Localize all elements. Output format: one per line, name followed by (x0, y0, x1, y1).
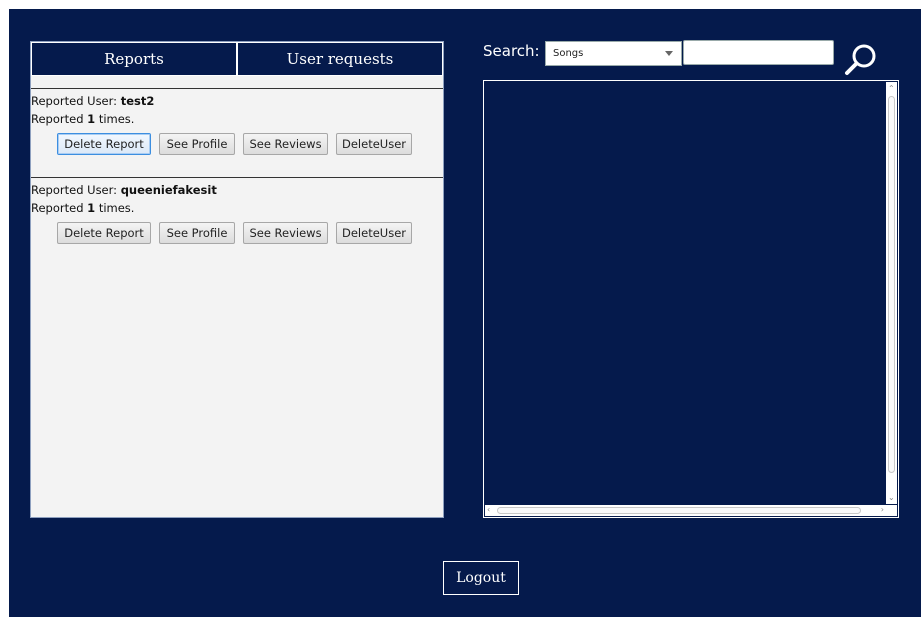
horizontal-scrollbar[interactable]: ‹ › (485, 505, 886, 516)
report-count: 1 (87, 201, 96, 215)
reported-user-label: Reported User: (31, 183, 121, 197)
see-reviews-button[interactable]: See Reviews (243, 133, 328, 155)
search-results-list[interactable]: ⌃ ⌄ ‹ › (483, 80, 899, 518)
horizontal-scroll-thumb[interactable] (497, 507, 861, 514)
reported-username: test2 (120, 94, 155, 108)
delete-report-button[interactable]: Delete Report (57, 133, 151, 155)
tab-reports[interactable]: Reports (31, 42, 237, 76)
reported-username: queeniefakesit (120, 183, 217, 197)
magnifier-icon (845, 44, 876, 75)
chevron-down-icon (665, 51, 673, 56)
tab-user-requests[interactable]: User requests (237, 42, 443, 76)
report-count: 1 (87, 112, 96, 126)
count-suffix: times. (95, 112, 135, 126)
scroll-down-icon[interactable]: ⌄ (888, 494, 895, 502)
count-prefix: Reported (31, 112, 88, 126)
search-category-select[interactable]: Songs (545, 41, 682, 66)
report-divider (31, 177, 443, 178)
delete-user-button[interactable]: DeleteUser (336, 222, 412, 244)
report-actions: Delete Report See Profile See Reviews De… (57, 222, 412, 244)
search-label: Search: (483, 42, 540, 60)
see-profile-button[interactable]: See Profile (159, 133, 235, 155)
delete-report-button[interactable]: Delete Report (57, 222, 151, 244)
reports-panel: Reports User requests Reported User: tes… (30, 41, 444, 518)
delete-user-button[interactable]: DeleteUser (336, 133, 412, 155)
reported-user-line: Reported User: test2 (31, 94, 154, 108)
report-actions: Delete Report See Profile See Reviews De… (57, 133, 412, 155)
reported-user-label: Reported User: (31, 94, 121, 108)
vertical-scrollbar[interactable]: ⌃ ⌄ (886, 82, 897, 504)
see-reviews-button[interactable]: See Reviews (243, 222, 328, 244)
vertical-scroll-thumb[interactable] (888, 96, 895, 473)
count-prefix: Reported (31, 201, 88, 215)
logout-button[interactable]: Logout (443, 561, 519, 595)
count-suffix: times. (95, 201, 135, 215)
reported-count-line: Reported 1 times. (31, 112, 134, 126)
search-category-value: Songs (553, 48, 584, 59)
scrollbar-corner (886, 505, 897, 516)
tab-bar: Reports User requests (31, 42, 443, 76)
scroll-up-icon[interactable]: ⌃ (888, 85, 895, 93)
report-divider (31, 88, 443, 89)
scroll-left-icon[interactable]: ‹ (487, 506, 490, 514)
reported-user-line: Reported User: queeniefakesit (31, 183, 217, 197)
scroll-right-icon[interactable]: › (881, 506, 884, 514)
reported-count-line: Reported 1 times. (31, 201, 134, 215)
see-profile-button[interactable]: See Profile (159, 222, 235, 244)
search-input[interactable] (683, 40, 834, 65)
search-button[interactable] (843, 42, 879, 78)
